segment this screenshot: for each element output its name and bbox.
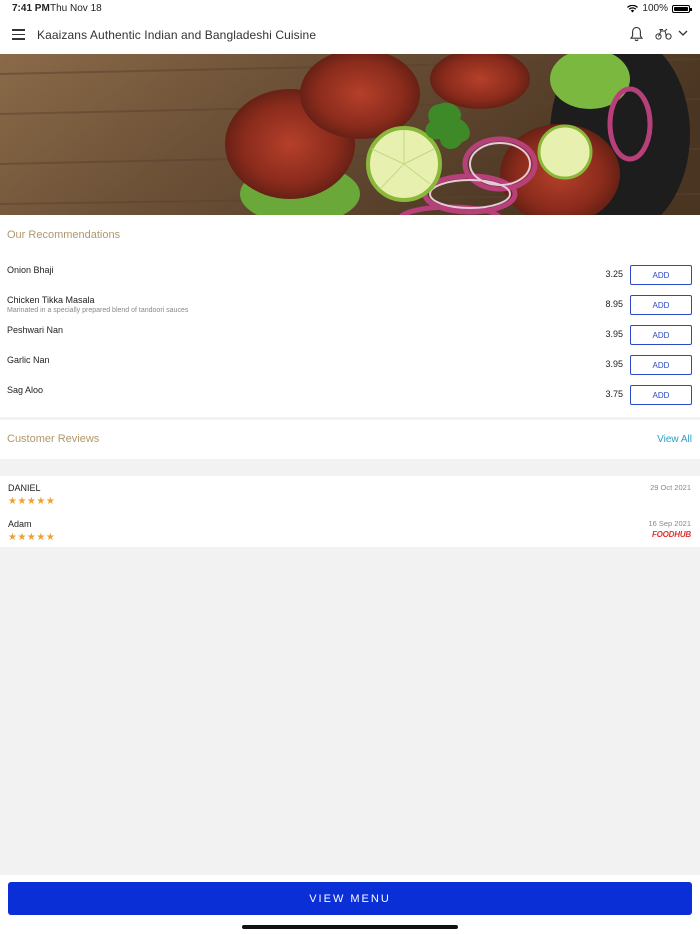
app-header: Kaaizans Authentic Indian and Bangladesh… [0,16,700,54]
review-item: Adam ★★★★★ 16 Sep 2021 FOODHUB [0,519,700,549]
foodhub-logo: FOODHUB [651,530,691,539]
battery-icon [672,4,692,13]
reviews-title: Customer Reviews [7,433,100,445]
delivery-scooter-icon[interactable] [655,28,672,40]
status-date: Thu Nov 18 [50,3,102,14]
menu-item-name: Chicken Tikka Masala [7,295,95,305]
reviews-list: DANIEL ★★★★★ 29 Oct 2021 Adam ★★★★★ 16 S… [0,476,700,547]
menu-item-price: 8.95 [605,299,623,309]
menu-item-price: 3.95 [605,329,623,339]
menu-item-name: Garlic Nan [7,355,50,365]
recommendations-section: Our Recommendations Onion Bhaji 3.25 ADD… [0,215,700,417]
menu-item-name: Onion Bhaji [7,265,54,275]
reviewer-name: Adam [8,519,32,529]
restaurant-title: Kaaizans Authentic Indian and Bangladesh… [37,28,317,42]
status-right: 100% [627,3,692,14]
menu-item-row: Chicken Tikka Masala Marinated in a spec… [0,295,700,325]
recommendations-title: Our Recommendations [7,229,121,241]
menu-item-price: 3.75 [605,389,623,399]
menu-item-name: Peshwari Nan [7,325,64,335]
hero-food-image [0,54,700,215]
bottom-bar: VIEW MENU [0,875,700,934]
review-date: 29 Oct 2021 [650,483,691,492]
view-all-link[interactable]: View All [657,434,692,445]
menu-item-row: Sag Aloo 3.75 ADD [0,385,700,415]
star-rating: ★★★★★ [8,532,56,543]
star-rating: ★★★★★ [8,496,56,507]
home-indicator [242,925,458,929]
menu-item-description: Marinated in a specially prepared blend … [7,307,189,314]
battery-percent: 100% [642,3,668,14]
view-menu-button[interactable]: VIEW MENU [8,882,692,915]
add-button[interactable]: ADD [630,325,692,345]
menu-item-name: Sag Aloo [7,385,44,395]
review-item: DANIEL ★★★★★ 29 Oct 2021 [0,483,700,513]
bell-icon[interactable] [630,26,643,42]
add-button[interactable]: ADD [630,265,692,285]
add-button[interactable]: ADD [630,385,692,405]
menu-item-row: Garlic Nan 3.95 ADD [0,355,700,385]
reviews-header: Customer Reviews View All [0,420,700,459]
status-time: 7:41 PM [12,3,50,14]
menu-icon[interactable] [12,29,25,40]
menu-item-price: 3.95 [605,359,623,369]
menu-item-row: Peshwari Nan 3.95 ADD [0,325,700,355]
menu-item-price: 3.25 [605,269,623,279]
chevron-down-icon[interactable] [678,29,688,37]
add-button[interactable]: ADD [630,355,692,375]
review-date: 16 Sep 2021 [648,519,691,528]
menu-item-row: Onion Bhaji 3.25 ADD [0,265,700,295]
reviewer-name: DANIEL [8,483,41,493]
add-button[interactable]: ADD [630,295,692,315]
wifi-icon [627,4,639,12]
status-bar: 7:41 PM Thu Nov 18 100% [0,0,700,16]
